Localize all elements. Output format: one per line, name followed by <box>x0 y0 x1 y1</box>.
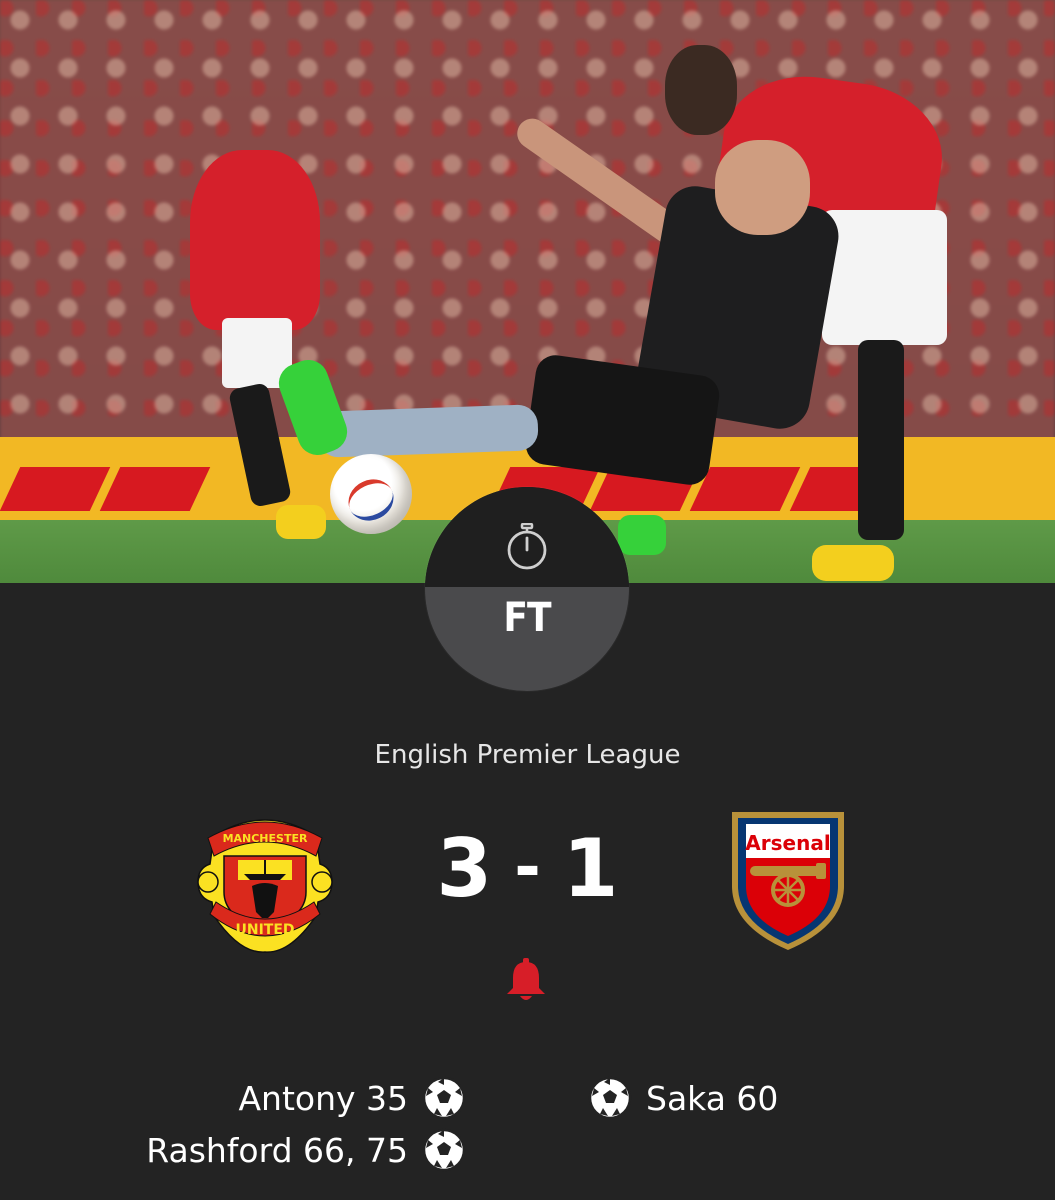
away-crest-text: Arsenal <box>745 831 830 855</box>
scorer-row: Saka 60 <box>588 1072 918 1124</box>
bell-icon[interactable] <box>505 958 547 1002</box>
football-icon <box>422 1128 466 1172</box>
scorer-name: Rashford 66, 75 <box>146 1130 408 1170</box>
player-red-left <box>190 150 320 330</box>
score-separator: - <box>514 831 541 905</box>
match-status-dial: FT <box>425 487 629 691</box>
scorer-row: Rashford 66, 75 <box>100 1124 466 1176</box>
home-scorers-list: Antony 35 Rashford 66, 75 <box>100 1072 466 1176</box>
scorer-row: Antony 35 <box>100 1072 466 1124</box>
match-status: FT <box>503 595 551 641</box>
match-ball <box>330 454 412 534</box>
competition-name: English Premier League <box>374 740 681 770</box>
football-icon <box>422 1076 466 1120</box>
away-score: 1 <box>562 821 619 915</box>
scorer-name: Antony 35 <box>238 1078 408 1118</box>
home-team-crest[interactable]: MANCHESTER UNITED <box>194 808 336 954</box>
scoreline: 3 - 1 <box>420 818 635 918</box>
stopwatch-icon <box>507 523 547 570</box>
scorer-name: Saka 60 <box>646 1078 779 1118</box>
away-team-crest[interactable]: Arsenal <box>728 808 848 952</box>
home-crest-bottom-text: UNITED <box>235 922 294 938</box>
away-scorers-list: Saka 60 <box>588 1072 918 1124</box>
home-score: 3 <box>436 821 493 915</box>
football-icon <box>588 1076 632 1120</box>
home-crest-top-text: MANCHESTER <box>223 832 308 845</box>
